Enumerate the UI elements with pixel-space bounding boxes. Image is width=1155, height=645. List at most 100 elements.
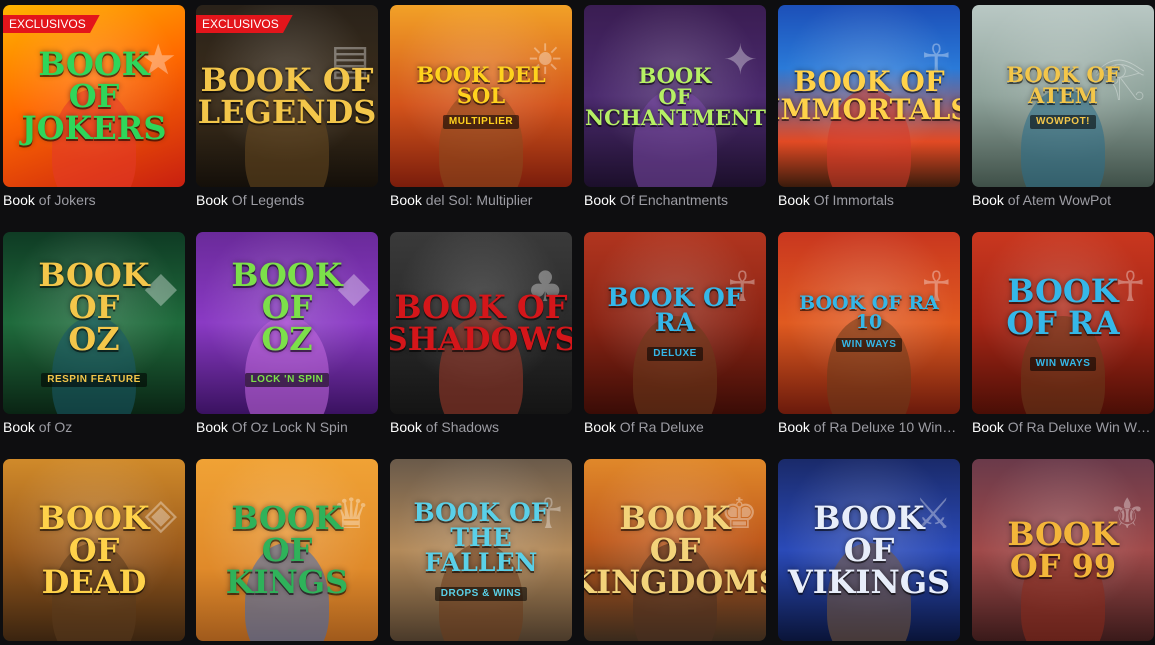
game-title[interactable]: Book Of Ra Deluxe Win Ways bbox=[972, 419, 1154, 437]
game-logo-art: Book of 99 bbox=[1001, 518, 1124, 582]
exclusive-badge: EXCLUSIVOS bbox=[3, 15, 100, 33]
game-title[interactable]: Book Of Ra Deluxe bbox=[584, 419, 766, 437]
game-thumbnail[interactable]: ◈ Book of Dead bbox=[3, 459, 185, 641]
game-title-rest: Of Legends bbox=[227, 192, 305, 208]
game-card[interactable]: ☀ Book del Sol MULTIPLIER Book del Sol: Mul… bbox=[390, 5, 572, 210]
game-card[interactable]: ☥ Book of Ra 10 WIN WAYS Book of Ra Deluxe … bbox=[778, 232, 960, 437]
game-title[interactable]: Book Of Legends bbox=[196, 192, 378, 210]
logo-word: Book of bbox=[200, 61, 374, 99]
game-card[interactable]: ✦BookofEnchantments Book Of Enchantments bbox=[584, 5, 766, 210]
game-thumbnail[interactable]: ✦BookofEnchantments bbox=[584, 5, 766, 187]
game-title[interactable]: Book of Jokers bbox=[3, 192, 185, 210]
game-card[interactable]: ◆ Book of Oz RESPIN FEATURE Book of Oz bbox=[3, 232, 185, 437]
game-logo-art: Book of Ra deluxe bbox=[584, 285, 766, 361]
game-thumbnail[interactable]: ⚔ Book of Vikings bbox=[778, 459, 960, 641]
game-title[interactable]: Book of Oz bbox=[3, 419, 185, 437]
exclusive-badge: EXCLUSIVOS bbox=[196, 15, 293, 33]
game-title-prefix: Book bbox=[778, 419, 810, 435]
game-title[interactable]: Book Of Oz Lock N Spin bbox=[196, 419, 378, 437]
game-card[interactable]: ☥ Book of the Fallen DROPS & WINS bbox=[390, 459, 572, 641]
game-logo-art: Book of Atem WOWPOT! bbox=[972, 64, 1154, 129]
game-title-prefix: Book bbox=[390, 419, 422, 435]
game-thumbnail[interactable]: ♚BookofKingdoms bbox=[584, 459, 766, 641]
game-card[interactable]: ⚜ Book of 99 bbox=[972, 459, 1154, 641]
game-title-rest: Of Ra Deluxe Win Ways bbox=[1003, 419, 1154, 435]
game-title-prefix: Book bbox=[584, 419, 616, 435]
game-card[interactable]: ♚BookofKingdoms bbox=[584, 459, 766, 641]
game-thumbnail[interactable]: ☥ Book of Ra deluxe bbox=[584, 232, 766, 414]
logo-word: Book of bbox=[813, 499, 925, 569]
logo-word: of bbox=[68, 77, 120, 115]
game-logo-art: Book of Dead bbox=[3, 502, 185, 598]
game-logo-art: BookofKingdoms bbox=[584, 502, 766, 598]
game-title[interactable]: Book of Atem WowPot bbox=[972, 192, 1154, 210]
game-logo-art: Book of Ra 10 WIN WAYS bbox=[778, 294, 960, 352]
game-thumbnail[interactable]: ☥ Book of the Fallen DROPS & WINS bbox=[390, 459, 572, 641]
game-title-rest: Of Enchantments bbox=[615, 192, 728, 208]
game-card[interactable]: ☥ Book of Ra WIN WAYS Book Of Ra Deluxe Win … bbox=[972, 232, 1154, 437]
logo-word: the Fallen bbox=[424, 522, 538, 577]
game-thumbnail[interactable]: ♣ Book of Shadows bbox=[390, 232, 572, 414]
logo-word: Oz bbox=[68, 320, 120, 358]
game-title[interactable]: Book of Shadows bbox=[390, 419, 572, 437]
game-title[interactable]: Book Of Enchantments bbox=[584, 192, 766, 210]
logo-subtitle: WOWPOT! bbox=[1029, 114, 1097, 129]
game-title-rest: of Oz bbox=[34, 419, 73, 435]
game-title[interactable]: Book del Sol: Multiplier bbox=[390, 192, 572, 210]
game-card[interactable]: ◆ Book of Oz LOCK 'N SPIN Book Of Oz Lock N … bbox=[196, 232, 378, 437]
game-title-rest: of Shadows bbox=[421, 419, 499, 435]
game-title[interactable]: Book of Ra Deluxe 10 Win Ways bbox=[778, 419, 960, 437]
game-card[interactable]: ♛ Book of Kings bbox=[196, 459, 378, 641]
game-card[interactable]: ◈ Book of Dead bbox=[3, 459, 185, 641]
logo-word: Book of bbox=[231, 499, 343, 569]
game-title-rest: Of Ra Deluxe bbox=[615, 419, 704, 435]
logo-word: Book of bbox=[38, 256, 150, 326]
game-thumbnail[interactable]: ☀ Book del Sol MULTIPLIER bbox=[390, 5, 572, 187]
logo-word: Enchantments bbox=[584, 104, 766, 130]
logo-word: of bbox=[658, 83, 692, 109]
logo-word: Book of bbox=[394, 288, 568, 326]
game-thumbnail[interactable]: ▤ EXCLUSIVOS Book of Legends bbox=[196, 5, 378, 187]
game-title-rest: of Ra Deluxe 10 Win Ways bbox=[813, 419, 960, 435]
logo-subtitle: MULTIPLIER bbox=[442, 114, 520, 129]
game-title[interactable]: Book Of Immortals bbox=[778, 192, 960, 210]
logo-word: Book of Atem bbox=[1006, 61, 1120, 108]
game-title-prefix: Book bbox=[3, 192, 35, 208]
logo-word: Book of bbox=[793, 65, 945, 98]
logo-word: of bbox=[649, 531, 701, 569]
logo-word: Book of bbox=[38, 499, 150, 569]
game-logo-art: BookofEnchantments bbox=[584, 65, 766, 128]
game-thumbnail[interactable]: ◆ Book of Oz RESPIN FEATURE bbox=[3, 232, 185, 414]
logo-word: Immortals bbox=[778, 93, 960, 126]
game-logo-art: Book of Shadows bbox=[390, 291, 572, 355]
game-thumbnail[interactable]: ⚜ Book of 99 bbox=[972, 459, 1154, 641]
game-card[interactable]: 𓂀 Book of Atem WOWPOT! Book of Atem WowPot bbox=[972, 5, 1154, 210]
logo-word: Book of Ra bbox=[607, 283, 743, 337]
logo-word: Shadows bbox=[390, 320, 572, 358]
logo-subtitle: LOCK 'N SPIN bbox=[244, 373, 330, 387]
game-card[interactable]: ⚔ Book of Vikings bbox=[778, 459, 960, 641]
game-logo-art: Book of Ra WIN WAYS bbox=[1000, 275, 1125, 371]
game-card[interactable]: ☥Book ofImmortals Book Of Immortals bbox=[778, 5, 960, 210]
game-thumbnail[interactable]: 𓂀 Book of Atem WOWPOT! bbox=[972, 5, 1154, 187]
game-thumbnail[interactable]: ☥Book ofImmortals bbox=[778, 5, 960, 187]
logo-word: Book bbox=[1007, 515, 1119, 553]
game-thumbnail[interactable]: ☥ Book of Ra 10 WIN WAYS bbox=[778, 232, 960, 414]
game-card[interactable]: ♣ Book of Shadows Book of Shadows bbox=[390, 232, 572, 437]
game-title-rest: of Jokers bbox=[34, 192, 96, 208]
logo-word: Book of bbox=[231, 256, 343, 326]
game-card[interactable]: ★ EXCLUSIVOS Book of Jokers Book of Jokers bbox=[3, 5, 185, 210]
logo-word: Book of Ra 10 bbox=[799, 292, 939, 333]
game-title-prefix: Book bbox=[584, 192, 616, 208]
game-thumbnail[interactable]: ★ EXCLUSIVOS Book of Jokers bbox=[3, 5, 185, 187]
game-thumbnail[interactable]: ☥ Book of Ra WIN WAYS bbox=[972, 232, 1154, 414]
game-logo-art: Book of Oz RESPIN FEATURE bbox=[3, 259, 185, 387]
game-thumbnail[interactable]: ◆ Book of Oz LOCK 'N SPIN bbox=[196, 232, 378, 414]
game-card[interactable]: ☥ Book of Ra deluxe Book Of Ra Deluxe bbox=[584, 232, 766, 437]
game-title-prefix: Book bbox=[972, 192, 1004, 208]
logo-subtitle: WIN WAYS bbox=[1029, 357, 1097, 371]
game-card[interactable]: ▤ EXCLUSIVOS Book of Legends Book Of Legends bbox=[196, 5, 378, 210]
logo-word: Dead bbox=[41, 563, 147, 601]
logo-word: Vikings bbox=[787, 563, 951, 601]
game-thumbnail[interactable]: ♛ Book of Kings bbox=[196, 459, 378, 641]
